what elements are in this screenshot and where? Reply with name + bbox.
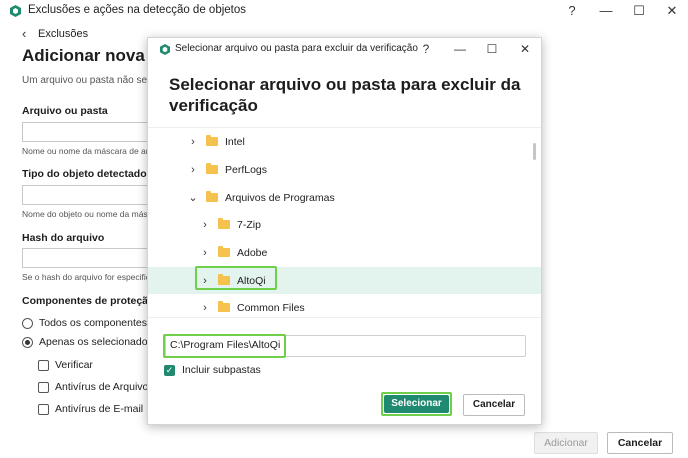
checkbox[interactable] [38, 359, 49, 371]
object-type-input[interactable] [22, 185, 152, 205]
file-hash-input[interactable] [22, 248, 152, 268]
chevron-right-icon[interactable]: › [200, 247, 210, 259]
file-or-folder-input[interactable] [22, 122, 152, 142]
tree-item-label: Common Files [237, 301, 305, 314]
dialog-cancel-button[interactable]: Cancelar [463, 394, 525, 416]
checkbox[interactable] [38, 381, 49, 393]
back-label: Exclusões [38, 28, 89, 40]
protection-components-label: Componentes de proteção [22, 295, 155, 307]
chevron-right-icon[interactable]: › [200, 275, 210, 287]
minimize-button[interactable]: — [597, 2, 615, 20]
dialog-window-title: Selecionar arquivo ou pasta para excluir… [175, 43, 418, 54]
select-button[interactable]: Selecionar [384, 395, 449, 413]
maximize-button[interactable]: ☐ [630, 2, 648, 20]
radio-selected-components[interactable]: Apenas os selecionados [22, 336, 153, 348]
tree-item-7zip[interactable]: › 7-Zip [148, 211, 541, 238]
tree-item-label: PerfLogs [225, 163, 268, 176]
checkbox[interactable] [38, 403, 49, 415]
tree-item-intel[interactable]: › Intel [148, 128, 541, 155]
dialog-maximize-button[interactable]: ☐ [484, 40, 500, 58]
checkbox-file-antivirus[interactable]: Antivírus de Arquivos [38, 381, 154, 393]
tree-item-label: Adobe [237, 246, 268, 259]
folder-icon [206, 135, 218, 146]
tree-item-adobe[interactable]: › Adobe [148, 239, 541, 266]
page-title: Adicionar nova e [22, 46, 159, 65]
close-button[interactable]: ✕ [663, 2, 681, 20]
folder-tree[interactable]: › Intel › PerfLogs ⌄ Arquivos de Program… [148, 127, 541, 318]
path-value: C:\Program Files\AltoQi [170, 339, 281, 351]
chevron-right-icon[interactable]: › [188, 164, 198, 176]
radio-button[interactable] [22, 317, 33, 329]
folder-icon [218, 274, 230, 285]
help-icon[interactable]: ? [563, 2, 581, 20]
chevron-down-icon[interactable]: ⌄ [188, 192, 198, 204]
checkbox-email-antivirus[interactable]: Antivírus de E-mail [38, 403, 143, 415]
folder-icon [206, 191, 218, 202]
tree-scrollbar[interactable] [533, 143, 536, 160]
file-hash-hint: Se o hash do arquivo for especific [22, 272, 151, 282]
title-bar: Exclusões e ações na detecção de objetos… [0, 0, 688, 22]
tree-item-common-files[interactable]: › Common Files [148, 294, 541, 317]
add-button[interactable]: Adicionar [534, 432, 598, 454]
cancel-button[interactable]: Cancelar [607, 432, 673, 454]
tree-item-label: Arquivos de Programas [225, 191, 335, 204]
chevron-right-icon[interactable]: › [188, 136, 198, 148]
checkbox-file-antivirus-label: Antivírus de Arquivos [55, 381, 154, 393]
kaspersky-logo-icon [160, 44, 170, 55]
dialog-heading: Selecionar arquivo ou pasta para excluir… [169, 75, 521, 115]
select-folder-dialog: Selecionar arquivo ou pasta para excluir… [147, 37, 542, 425]
checkbox-email-antivirus-label: Antivírus de E-mail [55, 403, 144, 415]
chevron-right-icon[interactable]: › [200, 219, 210, 231]
radio-selected-label: Apenas os selecionados [39, 336, 153, 348]
file-or-folder-hint: Nome ou nome da máscara de arc [22, 146, 153, 156]
tree-item-label: AltoQi [237, 274, 266, 287]
tree-item-label: Intel [225, 135, 245, 148]
folder-icon [218, 246, 230, 257]
tree-item-label: 7-Zip [237, 218, 261, 231]
radio-all-label: Todos os componentes [39, 317, 147, 329]
file-hash-label: Hash do arquivo [22, 232, 105, 244]
dialog-title-bar: Selecionar arquivo ou pasta para excluir… [148, 38, 543, 60]
include-subfolders-checkbox[interactable]: ✓ Incluir subpastas [164, 364, 261, 376]
back-arrow-icon: ‹ [22, 26, 27, 41]
file-or-folder-label: Arquivo ou pasta [22, 105, 108, 117]
object-type-label: Tipo do objeto detectado [22, 168, 147, 180]
tree-item-perflogs[interactable]: › PerfLogs [148, 156, 541, 183]
back-link[interactable]: ‹ Exclusões [22, 26, 88, 42]
checkbox-verify[interactable]: Verificar [38, 359, 93, 371]
dialog-help-icon[interactable]: ? [418, 40, 434, 58]
checkbox-verify-label: Verificar [55, 359, 93, 371]
tree-item-altoqi[interactable]: › AltoQi [148, 267, 541, 294]
dialog-close-button[interactable]: ✕ [517, 40, 533, 58]
folder-icon [218, 301, 230, 312]
dialog-minimize-button[interactable]: — [452, 40, 468, 58]
page-description: Um arquivo ou pasta não será [22, 75, 156, 86]
include-subfolders-label: Incluir subpastas [182, 364, 261, 376]
radio-button-checked[interactable] [22, 336, 33, 348]
radio-all-components[interactable]: Todos os componentes [22, 317, 147, 329]
checkbox-checked-icon[interactable]: ✓ [164, 364, 175, 376]
tree-item-program-files[interactable]: ⌄ Arquivos de Programas [148, 184, 541, 211]
window-title: Exclusões e ações na detecção de objetos [28, 4, 247, 16]
folder-icon [218, 218, 230, 229]
chevron-right-icon[interactable]: › [200, 302, 210, 314]
kaspersky-logo-icon [10, 5, 21, 17]
folder-icon [206, 163, 218, 174]
object-type-hint: Nome do objeto ou nome da másc [22, 209, 152, 219]
